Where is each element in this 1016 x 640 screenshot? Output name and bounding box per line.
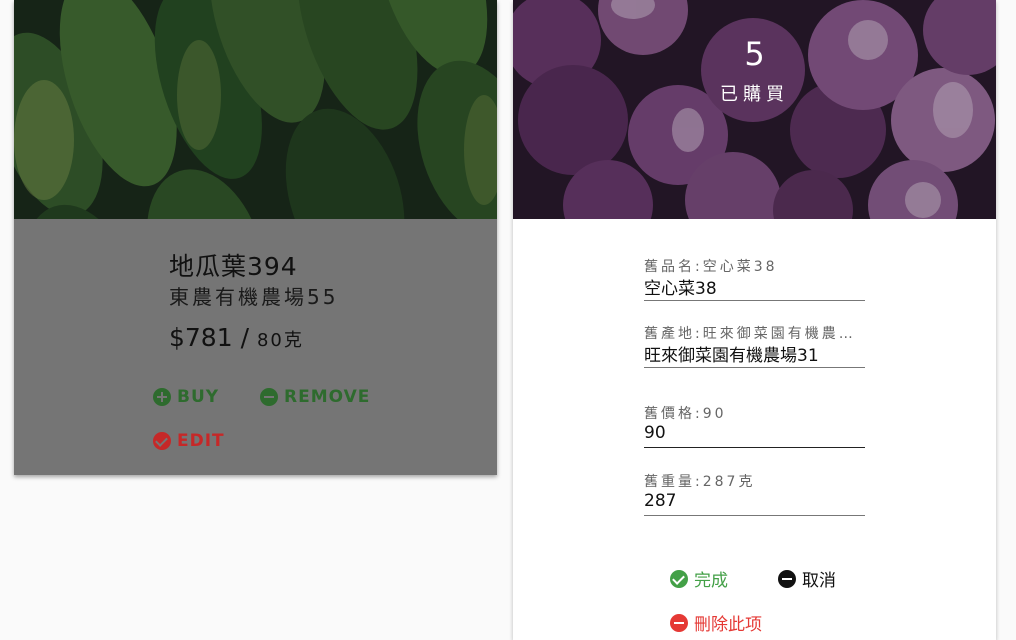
origin-field-label: 舊產地:旺來御菜園有機農場31 bbox=[644, 326, 865, 342]
cucumber-photo bbox=[14, 0, 497, 219]
edit-label: EDIT bbox=[177, 431, 225, 451]
done-label: 完成 bbox=[694, 571, 728, 591]
origin-input[interactable] bbox=[644, 343, 865, 367]
price-separator: / bbox=[232, 323, 257, 352]
product-card-right: 5 已購買 舊品名:空心菜38 舊產地:旺來御菜園有機農場31 舊價格:90 舊… bbox=[513, 0, 996, 640]
add-circle-icon bbox=[153, 388, 171, 406]
buy-button[interactable]: BUY bbox=[153, 387, 219, 407]
remove-label: REMOVE bbox=[284, 387, 371, 407]
weight-field-label: 舊重量:287克 bbox=[644, 474, 756, 490]
purchased-label: 已購買 bbox=[720, 84, 789, 105]
product-price: $781 bbox=[169, 323, 233, 352]
origin-field: 舊產地:旺來御菜園有機農場31 bbox=[644, 323, 865, 368]
buy-label: BUY bbox=[177, 387, 220, 407]
price-field: 舊價格:90 bbox=[644, 403, 865, 448]
remove-circle-icon bbox=[670, 613, 688, 632]
weight-input[interactable] bbox=[644, 491, 865, 515]
product-card-left: 地瓜葉394 東農有機農場55 $781 / 80克 BUY REMOVE ED… bbox=[14, 0, 497, 475]
edit-button[interactable]: EDIT bbox=[153, 431, 225, 451]
done-button[interactable]: 完成 bbox=[670, 566, 728, 591]
price-input[interactable] bbox=[644, 423, 865, 447]
name-input[interactable] bbox=[644, 276, 865, 300]
remove-button[interactable]: REMOVE bbox=[260, 387, 370, 407]
remove-circle-icon bbox=[778, 569, 796, 588]
product-weight: 80克 bbox=[256, 330, 304, 351]
remove-circle-icon bbox=[260, 388, 278, 406]
product-name: 地瓜葉394 bbox=[169, 252, 298, 281]
product-price-row: $781 / 80克 bbox=[169, 323, 304, 352]
delete-label: 刪除此项 bbox=[694, 615, 762, 635]
name-field-label: 舊品名:空心菜38 bbox=[644, 259, 778, 275]
price-field-label: 舊價格:90 bbox=[644, 406, 727, 422]
name-field: 舊品名:空心菜38 bbox=[644, 256, 865, 301]
eggplant-photo bbox=[513, 0, 996, 219]
check-circle-icon bbox=[153, 432, 171, 450]
weight-field: 舊重量:287克 bbox=[644, 471, 865, 516]
product-farm: 東農有機農場55 bbox=[169, 285, 339, 309]
cancel-label: 取消 bbox=[802, 571, 836, 591]
delete-button[interactable]: 刪除此项 bbox=[670, 610, 762, 635]
check-circle-icon bbox=[670, 569, 688, 588]
cancel-button[interactable]: 取消 bbox=[778, 566, 836, 591]
purchased-count: 5 bbox=[744, 35, 765, 73]
